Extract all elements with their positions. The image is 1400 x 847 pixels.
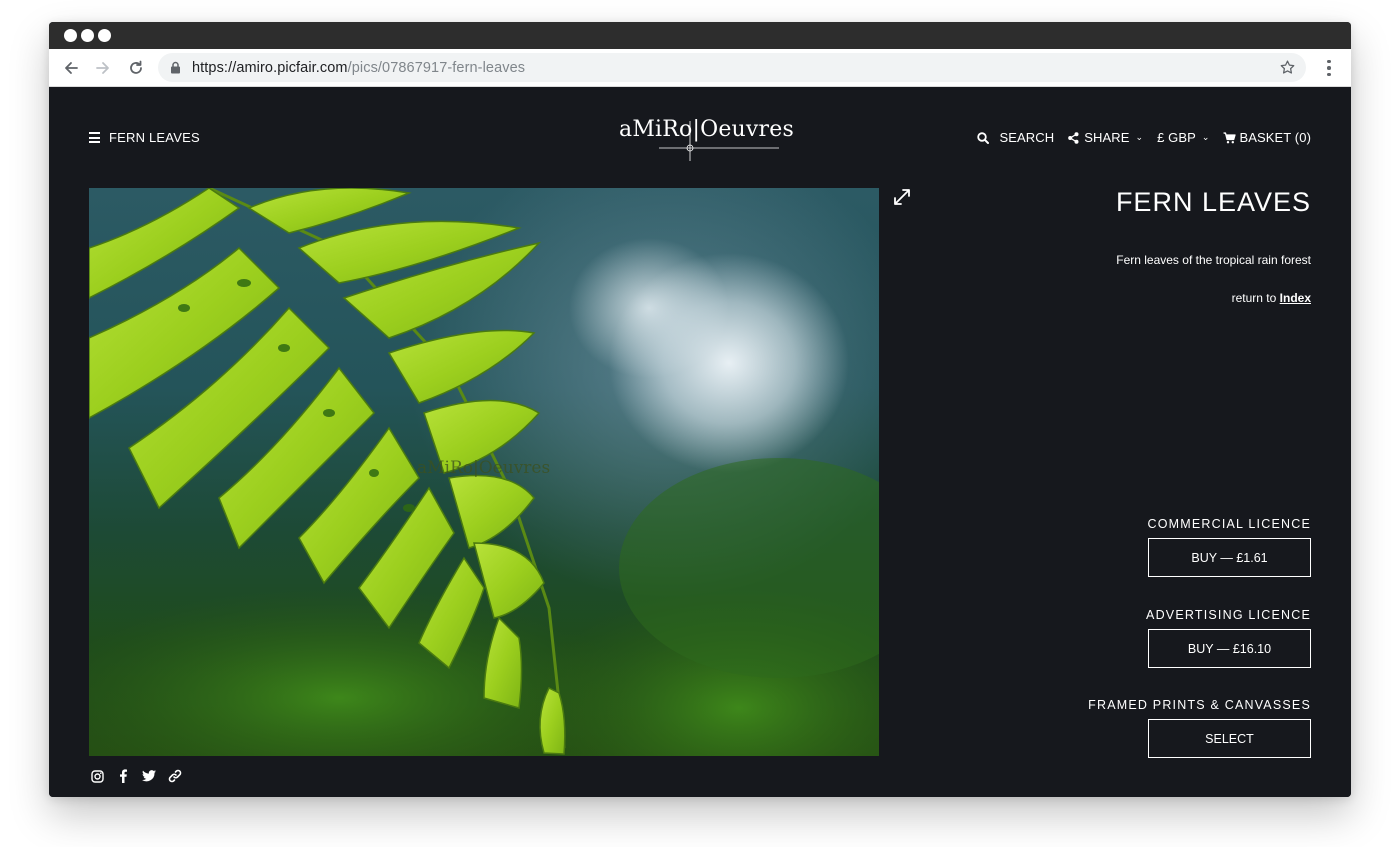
hamburger-icon xyxy=(89,132,100,143)
search-icon xyxy=(977,131,990,144)
search-button[interactable]: SEARCH xyxy=(977,130,1054,145)
photo-info: FERN LEAVES Fern leaves of the tropical … xyxy=(951,187,1311,305)
commercial-licence-section: COMMERCIAL LICENCE BUY — £1.61 xyxy=(1051,517,1311,577)
twitter-icon[interactable] xyxy=(142,769,156,783)
currency-label: £ GBP xyxy=(1157,130,1196,145)
url-host: https://amiro.picfair.com xyxy=(192,60,348,76)
chevron-down-icon: ⌄ xyxy=(1135,132,1144,142)
back-arrow-icon[interactable] xyxy=(61,58,81,78)
page-content: FERN LEAVES aMiRo|Oeuvres SEARCH SHARE ⌄… xyxy=(49,87,1351,797)
buy-advertising-button[interactable]: BUY — £16.10 xyxy=(1148,629,1311,668)
lock-icon xyxy=(170,61,181,79)
prints-section: FRAMED PRINTS & CANVASSES SELECT xyxy=(1051,698,1311,758)
bookmark-star-icon[interactable] xyxy=(1279,59,1296,81)
return-line: return to Index xyxy=(951,291,1311,305)
address-bar[interactable]: https://amiro.picfair.com/pics/07867917-… xyxy=(158,53,1306,82)
select-prints-button[interactable]: SELECT xyxy=(1148,719,1311,758)
search-label: SEARCH xyxy=(999,130,1055,145)
forward-arrow-icon[interactable] xyxy=(93,58,113,78)
photo-description: Fern leaves of the tropical rain forest xyxy=(1116,253,1311,267)
share-dropdown[interactable]: SHARE ⌄ xyxy=(1068,130,1143,145)
advertising-licence-section: ADVERTISING LICENCE BUY — £16.10 xyxy=(1051,608,1311,668)
share-label: SHARE xyxy=(1084,130,1130,145)
menu-button[interactable]: FERN LEAVES xyxy=(89,130,200,145)
fullscreen-expand-icon[interactable] xyxy=(892,187,912,212)
facebook-icon[interactable] xyxy=(116,769,130,783)
advertising-licence-heading: ADVERTISING LICENCE xyxy=(1146,608,1311,622)
photo-title: FERN LEAVES xyxy=(1115,187,1311,217)
url-path: /pics/07867917-fern-leaves xyxy=(347,60,526,76)
browser-toolbar: https://amiro.picfair.com/pics/07867917-… xyxy=(49,49,1351,87)
chevron-down-icon: ⌄ xyxy=(1201,132,1210,142)
prints-heading: FRAMED PRINTS & CANVASSES xyxy=(1088,698,1311,712)
site-logo[interactable]: aMiRo|Oeuvres xyxy=(619,117,794,163)
reload-icon[interactable] xyxy=(126,58,146,78)
fern-photo[interactable]: aMiRo|Oeuvres xyxy=(89,188,879,756)
share-icon xyxy=(1068,131,1079,144)
window-maximize-dot[interactable] xyxy=(98,29,111,42)
logo-crosshair-mark xyxy=(659,121,779,161)
url-text: https://amiro.picfair.com/pics/07867917-… xyxy=(192,60,525,76)
cart-icon xyxy=(1223,131,1237,143)
link-icon[interactable] xyxy=(168,769,182,783)
menu-label: FERN LEAVES xyxy=(109,130,200,145)
window-close-dot[interactable] xyxy=(64,29,77,42)
header-actions: SEARCH SHARE ⌄ £ GBP ⌄ BASKET (0) xyxy=(977,130,1311,145)
window-minimize-dot[interactable] xyxy=(81,29,94,42)
commercial-licence-heading: COMMERCIAL LICENCE xyxy=(1147,517,1311,531)
basket-link[interactable]: BASKET (0) xyxy=(1223,130,1311,145)
instagram-icon[interactable] xyxy=(90,769,104,783)
currency-dropdown[interactable]: £ GBP ⌄ xyxy=(1157,130,1209,145)
return-prefix: return to xyxy=(1231,291,1277,305)
photo-watermark: aMiRo|Oeuvres xyxy=(417,458,551,478)
title-bar xyxy=(49,22,1351,49)
browser-window: https://amiro.picfair.com/pics/07867917-… xyxy=(49,22,1351,797)
index-link[interactable]: Index xyxy=(1280,291,1311,305)
basket-label: BASKET (0) xyxy=(1239,130,1311,145)
social-links xyxy=(90,769,182,783)
buy-commercial-button[interactable]: BUY — £1.61 xyxy=(1148,538,1311,577)
browser-menu-icon[interactable] xyxy=(1321,58,1337,78)
